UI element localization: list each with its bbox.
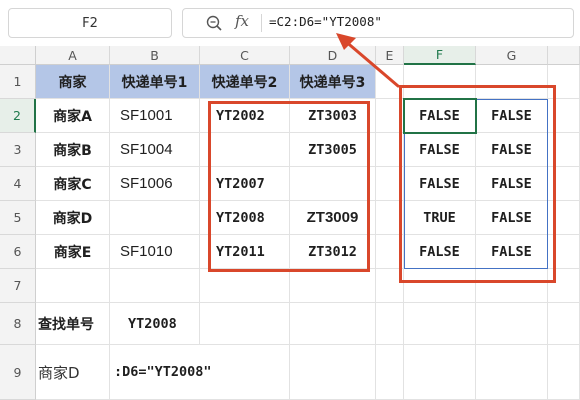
col-header-a[interactable]: A bbox=[36, 46, 110, 65]
row-header-7[interactable]: 7 bbox=[0, 269, 36, 303]
cell-g9[interactable] bbox=[476, 345, 548, 400]
cell-d4[interactable] bbox=[290, 167, 376, 201]
col-header-h[interactable] bbox=[548, 46, 580, 65]
cell-h7[interactable] bbox=[548, 269, 580, 303]
cell-e9[interactable] bbox=[376, 345, 404, 400]
cell-a9[interactable]: 商家D bbox=[36, 345, 110, 400]
cell-c9[interactable] bbox=[200, 345, 290, 400]
cell-g5[interactable]: FALSE bbox=[476, 201, 548, 235]
col-header-e[interactable]: E bbox=[376, 46, 404, 65]
col-header-d[interactable]: D bbox=[290, 46, 376, 65]
col-header-c[interactable]: C bbox=[200, 46, 290, 65]
cell-h1[interactable] bbox=[548, 65, 580, 99]
row-header-4[interactable]: 4 bbox=[0, 167, 36, 201]
fx-icon[interactable]: fx bbox=[235, 12, 249, 30]
cell-b3[interactable]: SF1004 bbox=[110, 133, 200, 167]
formula-text[interactable]: =C2:D6="YT2008" bbox=[269, 14, 382, 29]
col-header-b[interactable]: B bbox=[110, 46, 200, 65]
cell-c2[interactable]: YT2002 bbox=[200, 99, 290, 133]
cell-b6[interactable]: SF1010 bbox=[110, 235, 200, 269]
cell-g3[interactable]: FALSE bbox=[476, 133, 548, 167]
cell-c6[interactable]: YT2011 bbox=[200, 235, 290, 269]
cell-f3[interactable]: FALSE bbox=[404, 133, 476, 167]
zoom-icon[interactable] bbox=[205, 14, 223, 32]
cell-d6[interactable]: ZT3012 bbox=[290, 235, 376, 269]
cell-e2[interactable] bbox=[376, 99, 404, 133]
cell-c7[interactable] bbox=[200, 269, 290, 303]
cell-e6[interactable] bbox=[376, 235, 404, 269]
formula-separator bbox=[261, 14, 262, 32]
cell-h5[interactable] bbox=[548, 201, 580, 235]
cell-b9[interactable]: :D6="YT2008" bbox=[110, 345, 212, 400]
cell-g1[interactable] bbox=[476, 65, 548, 99]
cell-a4[interactable]: 商家C bbox=[36, 167, 110, 201]
row-header-9[interactable]: 9 bbox=[0, 345, 36, 400]
cell-g2[interactable]: FALSE bbox=[476, 99, 548, 133]
cell-h6[interactable] bbox=[548, 235, 580, 269]
row-header-8[interactable]: 8 bbox=[0, 303, 36, 345]
row-header-6[interactable]: 6 bbox=[0, 235, 36, 269]
cell-f4[interactable]: FALSE bbox=[404, 167, 476, 201]
cell-b1[interactable]: 快递单号1 bbox=[110, 65, 200, 99]
formula-input-area[interactable]: fx =C2:D6="YT2008" bbox=[182, 8, 574, 38]
cell-h4[interactable] bbox=[548, 167, 580, 201]
cell-f9[interactable] bbox=[404, 345, 476, 400]
cell-a8[interactable]: 查找单号 bbox=[36, 303, 110, 345]
cell-d5[interactable]: ZT3009 bbox=[290, 201, 376, 235]
cell-d3[interactable]: ZT3005 bbox=[290, 133, 376, 167]
cell-b7[interactable] bbox=[110, 269, 200, 303]
cell-g6[interactable]: FALSE bbox=[476, 235, 548, 269]
row-header-2[interactable]: 2 bbox=[0, 99, 36, 133]
cell-b5[interactable] bbox=[110, 201, 200, 235]
cell-h2[interactable] bbox=[548, 99, 580, 133]
cell-b8[interactable]: YT2008 bbox=[110, 303, 200, 345]
cell-e5[interactable] bbox=[376, 201, 404, 235]
cell-f1[interactable] bbox=[404, 65, 476, 99]
cell-d7[interactable] bbox=[290, 269, 376, 303]
cell-c4[interactable]: YT2007 bbox=[200, 167, 290, 201]
cell-g7[interactable] bbox=[476, 269, 548, 303]
name-box[interactable]: F2 bbox=[8, 8, 172, 38]
cell-a6[interactable]: 商家E bbox=[36, 235, 110, 269]
cell-c1[interactable]: 快递单号2 bbox=[200, 65, 290, 99]
cell-h9[interactable] bbox=[548, 345, 580, 400]
cell-h8[interactable] bbox=[548, 303, 580, 345]
cell-a1[interactable]: 商家 bbox=[36, 65, 110, 99]
cell-d9[interactable] bbox=[290, 345, 376, 400]
cell-d1[interactable]: 快递单号3 bbox=[290, 65, 376, 99]
row-header-3[interactable]: 3 bbox=[0, 133, 36, 167]
formula-bar: F2 fx =C2:D6="YT2008" bbox=[0, 0, 580, 46]
cell-d2[interactable]: ZT3003 bbox=[290, 99, 376, 133]
cell-f7[interactable] bbox=[404, 269, 476, 303]
col-header-f[interactable]: F bbox=[404, 46, 476, 65]
cell-a5[interactable]: 商家D bbox=[36, 201, 110, 235]
cell-a7[interactable] bbox=[36, 269, 110, 303]
cell-f8[interactable] bbox=[404, 303, 476, 345]
cell-e4[interactable] bbox=[376, 167, 404, 201]
cell-e3[interactable] bbox=[376, 133, 404, 167]
cell-c3[interactable] bbox=[200, 133, 290, 167]
row-header-5[interactable]: 5 bbox=[0, 201, 36, 235]
cell-f6[interactable]: FALSE bbox=[404, 235, 476, 269]
cell-a3[interactable]: 商家B bbox=[36, 133, 110, 167]
cell-b2[interactable]: SF1001 bbox=[110, 99, 200, 133]
cell-g4[interactable]: FALSE bbox=[476, 167, 548, 201]
cell-e1[interactable] bbox=[376, 65, 404, 99]
select-all-corner[interactable] bbox=[0, 46, 36, 65]
col-header-g[interactable]: G bbox=[476, 46, 548, 65]
cell-f2[interactable]: FALSE bbox=[404, 99, 476, 133]
cell-g8[interactable] bbox=[476, 303, 548, 345]
cell-e7[interactable] bbox=[376, 269, 404, 303]
row-header-1[interactable]: 1 bbox=[0, 65, 36, 99]
cell-b4[interactable]: SF1006 bbox=[110, 167, 200, 201]
cell-a2[interactable]: 商家A bbox=[36, 99, 110, 133]
cell-c5[interactable]: YT2008 bbox=[200, 201, 290, 235]
cell-d8[interactable] bbox=[290, 303, 376, 345]
cell-f5[interactable]: TRUE bbox=[404, 201, 476, 235]
cell-e8[interactable] bbox=[376, 303, 404, 345]
cell-h3[interactable] bbox=[548, 133, 580, 167]
cell-c8[interactable] bbox=[200, 303, 290, 345]
